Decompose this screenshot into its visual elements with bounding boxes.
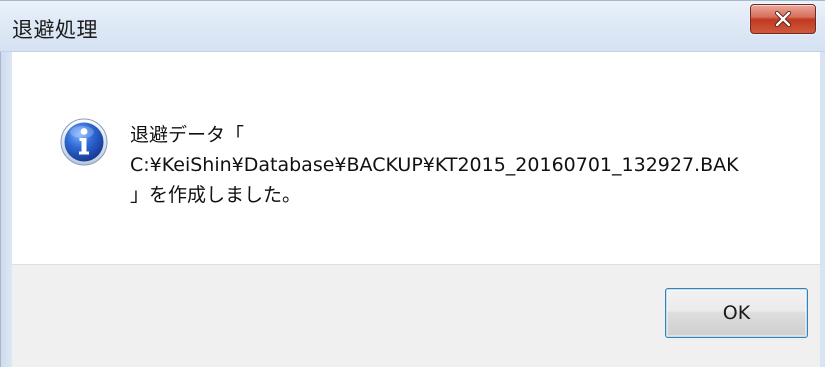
information-icon xyxy=(60,118,108,166)
window-title: 退避処理 xyxy=(12,18,98,42)
message-line-3: 」を作成しました。 xyxy=(130,184,302,206)
ok-button[interactable]: OK xyxy=(665,288,808,338)
message-area: 退避データ「 C:¥KeiShin¥Database¥BACKUP¥KT2015… xyxy=(12,64,820,264)
message-line-1: 退避データ「 xyxy=(130,124,245,146)
title-bar[interactable]: 退避処理 xyxy=(0,0,825,52)
dialog-window: 退避処理 退避データ「 C:¥KeiShin¥Database¥BACKUP¥K… xyxy=(0,0,825,367)
close-icon xyxy=(774,11,792,27)
button-bar: OK xyxy=(12,264,820,367)
window-frame-left xyxy=(0,52,12,367)
message-text: 退避データ「 C:¥KeiShin¥Database¥BACKUP¥KT2015… xyxy=(130,120,810,210)
window-frame-right xyxy=(820,52,825,367)
close-button[interactable] xyxy=(750,4,816,34)
message-line-2-path: C:¥KeiShin¥Database¥BACKUP¥KT2015_201607… xyxy=(130,154,739,176)
